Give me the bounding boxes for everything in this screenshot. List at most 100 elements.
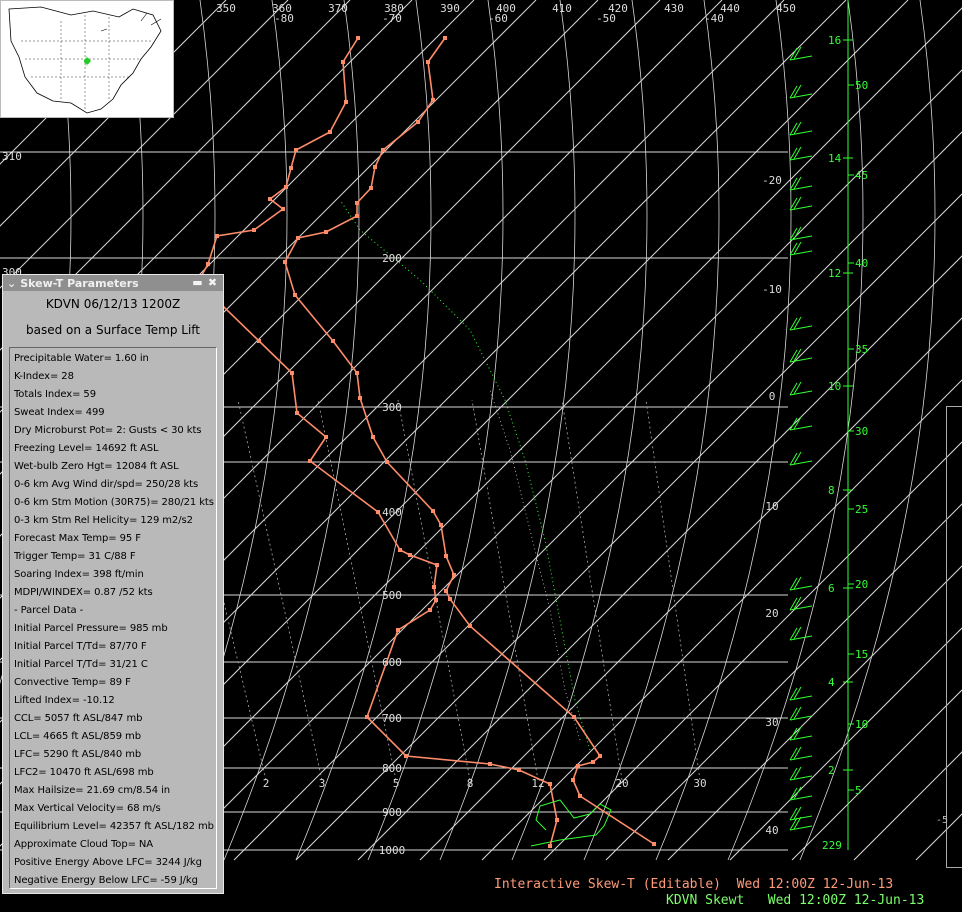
temperature-trace <box>284 37 655 845</box>
status-line-skewt: KDVN Skewt Wed 12:00Z 12-Jun-13 <box>666 893 924 908</box>
sounding-point <box>355 371 359 375</box>
sounding-point <box>444 589 448 593</box>
temp-label-side: 10 <box>765 500 778 513</box>
sounding-point <box>571 778 575 782</box>
panel-titlebar[interactable]: ⌄ Skew-T Parameters ▬ ✖ <box>3 275 223 291</box>
wind-barbs <box>789 46 813 831</box>
dry-adiabat-line <box>439 0 576 861</box>
mixing-ratio-line <box>561 399 623 781</box>
isotherm-line <box>171 69 962 861</box>
parameter-item: Max Hailsize= 21.69 cm/8.54 in <box>14 785 170 796</box>
window-subtitle: KDVN Skewt <box>666 893 745 908</box>
mixing-ratio-label: 2 <box>263 777 270 790</box>
window-title: Interactive Skew-T (Editable) <box>494 877 721 892</box>
sounding-point <box>365 715 369 719</box>
mixing-ratio-label: 3 <box>319 777 326 790</box>
height-kft-label: 50 <box>855 79 868 92</box>
side-panel-edge <box>946 406 962 868</box>
mixing-ratio-label: 30 <box>693 777 706 790</box>
wind-barb-icon <box>789 806 813 821</box>
height-km-label: 8 <box>828 484 835 497</box>
location-map <box>0 0 174 118</box>
isotherm-line <box>233 131 962 861</box>
wind-barb-icon <box>789 241 813 256</box>
sounding-point <box>578 794 582 798</box>
sounding-point <box>443 36 447 40</box>
isotherm-line <box>109 7 962 861</box>
height-kft-label: 35 <box>855 343 868 356</box>
sounding-point <box>252 228 256 232</box>
wind-barb-icon <box>789 746 813 761</box>
sounding-point <box>373 165 377 169</box>
theta-label: 370 <box>328 2 348 15</box>
minimize-icon[interactable]: ▬ <box>191 277 204 289</box>
isotherm-line <box>667 565 962 861</box>
isotherm-line <box>543 441 962 861</box>
sounding-point <box>652 842 656 846</box>
sounding-point <box>431 98 435 102</box>
sounding-point <box>344 100 348 104</box>
temp-label-top: -40 <box>704 12 724 25</box>
height-kft-label: 25 <box>855 503 868 516</box>
pressure-label: 700 <box>382 712 402 725</box>
sounding-point <box>426 60 430 64</box>
sounding-point <box>591 760 595 764</box>
sounding-point <box>572 715 576 719</box>
parameter-item: Approximate Cloud Top= NA <box>14 839 154 850</box>
height-km-label: 6 <box>828 582 835 595</box>
sounding-point <box>432 585 436 589</box>
sounding-point <box>331 339 335 343</box>
height-kft-label: 45 <box>855 169 868 182</box>
datetime-1: Wed 12:00Z 12-Jun-13 <box>736 877 894 892</box>
sounding-point <box>468 624 472 628</box>
sounding-point <box>283 260 287 264</box>
temp-label-side: -10 <box>762 283 782 296</box>
wind-barb-icon <box>789 576 813 591</box>
wind-barb-icon <box>789 706 813 721</box>
sounding-point <box>555 818 559 822</box>
parameter-item: Wet-bulb Zero Hgt= 12084 ft ASL <box>14 461 179 472</box>
surface-height-label: 229 <box>822 839 842 852</box>
parameter-item: K-Index= 28 <box>14 371 74 382</box>
sounding-point <box>328 130 332 134</box>
pressure-label: 600 <box>382 656 402 669</box>
wind-barb-icon <box>789 46 813 61</box>
isotherm-line <box>605 503 962 861</box>
parameter-item: - Parcel Data - <box>14 605 84 616</box>
sounding-point <box>439 523 443 527</box>
temp-label-side: 30 <box>765 716 778 729</box>
isotherm-line <box>419 317 962 861</box>
parameter-item: 0-6 km Avg Wind dir/spd= 250/28 kts <box>14 479 199 490</box>
skew-t-parameters-window[interactable]: ⌄ Skew-T Parameters ▬ ✖ KDVN 06/12/13 12… <box>2 274 224 894</box>
sounding-point <box>206 262 210 266</box>
height-km-label: 16 <box>828 34 841 47</box>
dry-adiabat-line <box>367 0 504 861</box>
collapse-chevron-icon[interactable]: ⌄ <box>7 277 16 290</box>
wind-barb-icon <box>789 416 813 431</box>
sounding-point <box>404 754 408 758</box>
parameter-item: Freezing Level= 14692 ft ASL <box>14 443 159 454</box>
sounding-point <box>296 236 300 240</box>
close-icon[interactable]: ✖ <box>206 277 219 289</box>
wind-barb-icon <box>789 626 813 641</box>
sounding-point <box>408 553 412 557</box>
sounding-point <box>355 214 359 218</box>
sounding-point <box>381 148 385 152</box>
mixing-ratio-line <box>645 399 701 781</box>
mixing-ratio-label: 8 <box>467 777 474 790</box>
wind-barb-icon <box>789 176 813 191</box>
parameter-item: Forecast Max Temp= 95 F <box>14 533 141 544</box>
sounding-point <box>293 293 297 297</box>
edge-label: 310 <box>2 150 22 163</box>
sounding-traces[interactable] <box>196 36 656 848</box>
temp-label-side: 20 <box>765 607 778 620</box>
sounding-point <box>488 762 492 766</box>
wind-barb-icon <box>789 121 813 136</box>
parameter-item: Initial Parcel Pressure= 985 mb <box>14 623 168 634</box>
sounding-point <box>376 510 380 514</box>
wind-barb-icon <box>789 686 813 701</box>
sounding-point <box>308 459 312 463</box>
side-value: -5 <box>936 815 949 826</box>
dry-adiabat-line <box>583 0 720 861</box>
parameter-item: MDPI/WINDEX= 0.87 /52 kts <box>14 587 153 598</box>
